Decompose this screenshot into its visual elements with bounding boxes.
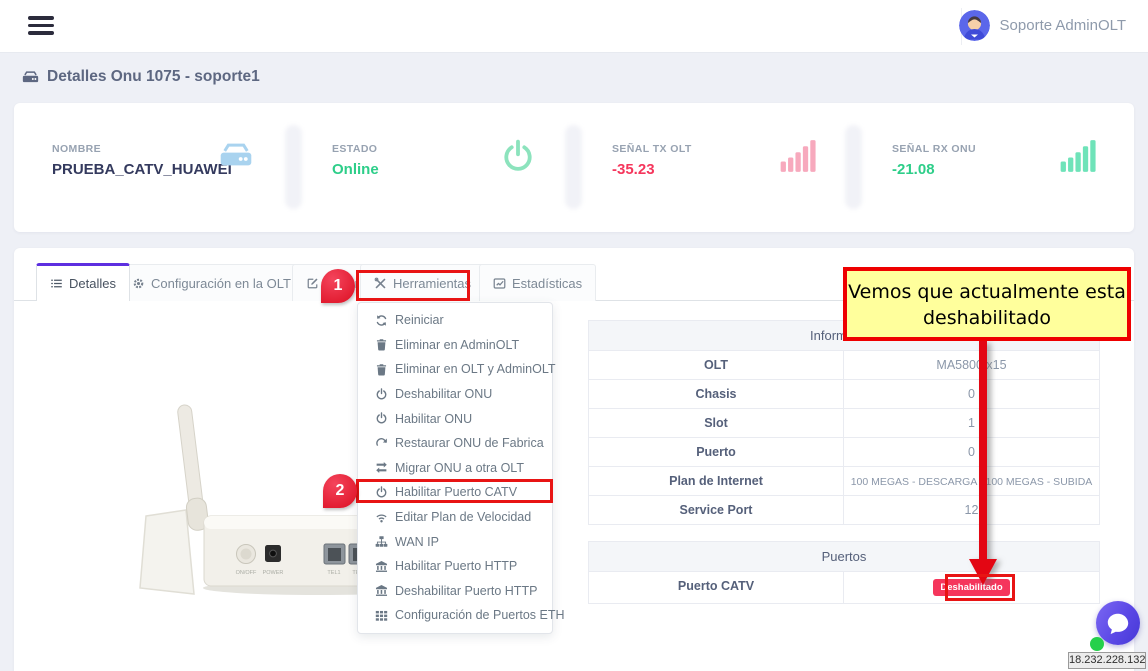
chat-online-dot bbox=[1090, 637, 1104, 651]
chat-widget-button[interactable] bbox=[1096, 601, 1140, 645]
card-divider bbox=[845, 125, 862, 209]
menu-item-deshabilitar-onu[interactable]: Deshabilitar ONU bbox=[358, 382, 552, 407]
tab-configuracion-olt[interactable]: Configuración en la OLT bbox=[118, 264, 321, 301]
annotation-note: Vemos que actualmente esta deshabilitado bbox=[843, 267, 1131, 341]
tab-label: Detalles bbox=[69, 276, 116, 291]
stat-label: SEÑAL RX ONU bbox=[892, 143, 1134, 155]
stat-label: ESTADO bbox=[332, 143, 574, 155]
table-row: Puerto0 bbox=[589, 438, 1099, 467]
chart-line-icon bbox=[493, 277, 506, 290]
tab-detalles[interactable]: Detalles bbox=[36, 263, 130, 301]
avatar bbox=[959, 10, 990, 41]
bank-icon bbox=[375, 584, 388, 597]
redo-icon bbox=[375, 437, 388, 450]
menu-item-wan-ip[interactable]: WAN IP bbox=[358, 529, 552, 554]
svg-text:TEL1: TEL1 bbox=[327, 570, 340, 576]
svg-text:POWER: POWER bbox=[263, 570, 284, 576]
stat-value: -21.08 bbox=[892, 161, 1134, 178]
sync-icon bbox=[375, 314, 388, 327]
annotation-step-1: 1 bbox=[321, 269, 355, 303]
card-divider bbox=[565, 125, 582, 209]
wifi-icon bbox=[375, 511, 388, 524]
page-title-text: Detalles Onu 1075 - soporte1 bbox=[47, 68, 260, 86]
stat-label: NOMBRE bbox=[52, 143, 294, 155]
page-title: Detalles Onu 1075 - soporte1 bbox=[22, 68, 260, 86]
table-row: Slot1 bbox=[589, 409, 1099, 438]
stat-label: SEÑAL TX OLT bbox=[612, 143, 854, 155]
menu-item-reiniciar[interactable]: Reiniciar bbox=[358, 308, 552, 333]
stat-value: PRUEBA_CATV_HUAWEI bbox=[52, 161, 294, 178]
bank-icon bbox=[375, 560, 388, 573]
tab-label: Estadísticas bbox=[512, 276, 582, 291]
stat-nombre: NOMBRE PRUEBA_CATV_HUAWEI bbox=[14, 103, 294, 232]
stat-estado: ESTADO Online bbox=[294, 103, 574, 232]
user-name: Soporte AdminOLT bbox=[1000, 17, 1126, 34]
pencil-square-icon bbox=[306, 277, 319, 290]
stat-senal-rx: SEÑAL RX ONU -21.08 bbox=[854, 103, 1134, 232]
power-icon bbox=[375, 412, 388, 425]
menu-item-configuracion-puertos-eth[interactable]: Configuración de Puertos ETH bbox=[358, 603, 552, 628]
annotation-step-2: 2 bbox=[323, 474, 357, 508]
menu-item-editar-plan-velocidad[interactable]: Editar Plan de Velocidad bbox=[358, 505, 552, 530]
annotation-box-deshabilitado bbox=[945, 574, 1015, 601]
trash-icon bbox=[375, 363, 388, 376]
hdd-icon bbox=[22, 69, 39, 86]
table-row: Chasis0 bbox=[589, 380, 1099, 409]
tab-label: Configuración en la OLT bbox=[151, 276, 291, 291]
onu-status-card: NOMBRE PRUEBA_CATV_HUAWEI ESTADO Online … bbox=[14, 103, 1134, 232]
stat-value: -35.23 bbox=[612, 161, 854, 178]
grid-icon bbox=[375, 609, 388, 622]
power-icon bbox=[375, 388, 388, 401]
annotation-box-habilitar-catv bbox=[356, 479, 553, 503]
table-row: Plan de Internet100 MEGAS - DESCARGA / 1… bbox=[589, 467, 1099, 496]
card-divider bbox=[285, 125, 302, 209]
onu-info-table: Información OLTMA5800 x15 Chasis0 Slot1 … bbox=[588, 320, 1100, 525]
menu-item-deshabilitar-puerto-http[interactable]: Deshabilitar Puerto HTTP bbox=[358, 579, 552, 604]
stat-senal-tx: SEÑAL TX OLT -35.23 bbox=[574, 103, 854, 232]
top-navbar: Soporte AdminOLT bbox=[0, 0, 1148, 53]
table-row: OLTMA5800 x15 bbox=[589, 351, 1099, 380]
annotation-box-herramientas bbox=[356, 270, 470, 301]
status-bar-ip: 18.232.228.132 bbox=[1068, 652, 1146, 669]
tab-estadisticas[interactable]: Estadísticas bbox=[479, 264, 596, 301]
list-icon bbox=[50, 277, 63, 290]
hamburger-menu-icon[interactable] bbox=[28, 16, 54, 37]
svg-text:ON/OFF: ON/OFF bbox=[236, 570, 257, 576]
menu-item-eliminar-olt-adminolt[interactable]: Eliminar en OLT y AdminOLT bbox=[358, 357, 552, 382]
power-icon bbox=[500, 139, 536, 175]
menu-item-habilitar-onu[interactable]: Habilitar ONU bbox=[358, 406, 552, 431]
herramientas-dropdown-menu: Reiniciar Eliminar en AdminOLT Eliminar … bbox=[357, 302, 553, 634]
menu-item-restaurar-fabrica[interactable]: Restaurar ONU de Fabrica bbox=[358, 431, 552, 456]
trash-icon bbox=[375, 338, 388, 351]
signal-icon bbox=[1060, 139, 1096, 173]
exchange-icon bbox=[375, 461, 388, 474]
chat-bubble-icon bbox=[1106, 611, 1130, 635]
table-row: Puerto CATV Deshabilitado bbox=[589, 572, 1099, 604]
table-row: Service Port12 bbox=[589, 496, 1099, 525]
app-screen: Soporte AdminOLT Detalles Onu 1075 - sop… bbox=[0, 0, 1148, 671]
gear-icon bbox=[132, 277, 145, 290]
menu-item-habilitar-puerto-http[interactable]: Habilitar Puerto HTTP bbox=[358, 554, 552, 579]
signal-icon bbox=[780, 139, 816, 173]
table-header: Puertos bbox=[589, 542, 1099, 572]
menu-item-migrar-onu[interactable]: Migrar ONU a otra OLT bbox=[358, 456, 552, 481]
router-icon bbox=[216, 139, 256, 173]
sitemap-icon bbox=[375, 535, 388, 548]
user-menu[interactable]: Soporte AdminOLT bbox=[959, 10, 1126, 41]
onu-ports-table: Puertos Puerto CATV Deshabilitado bbox=[588, 541, 1100, 604]
menu-item-eliminar-adminolt[interactable]: Eliminar en AdminOLT bbox=[358, 333, 552, 358]
stat-value: Online bbox=[332, 161, 574, 178]
